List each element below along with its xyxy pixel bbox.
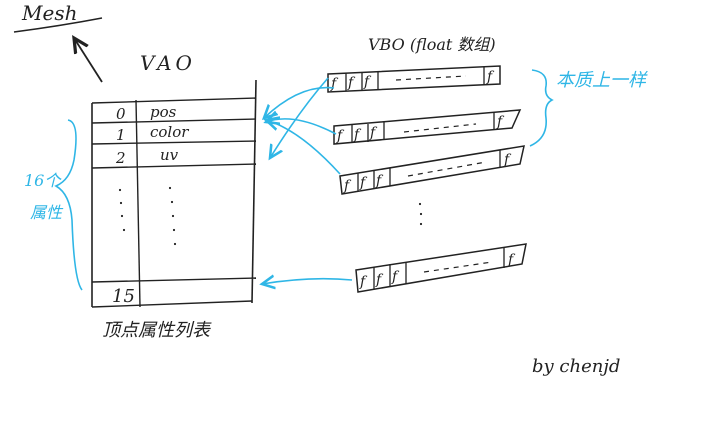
vbo-strip-4 (355, 243, 527, 293)
vbo-cell: f (486, 69, 495, 85)
vbo-strip-3 (339, 145, 525, 195)
vbo-cell: f (353, 127, 362, 143)
mesh-arrow (74, 38, 103, 83)
arrow-to-row2 (270, 77, 329, 158)
vao-row-2-name: uv (160, 146, 179, 164)
vao-row-0-index: 0 (116, 105, 126, 123)
vbo-cell: f (336, 128, 345, 144)
vao-caption: 顶点属性列表 (102, 320, 212, 341)
vao-last-index: 15 (112, 286, 135, 307)
vbo-strip-1 (327, 65, 501, 93)
arrow-vbo2-to-row1 (266, 119, 337, 135)
side-note-word: 属性 (30, 203, 64, 222)
vbo-cell: f (363, 74, 372, 90)
diagram-svg: Mesh VAO 0 pos 1 color 2 uv 15 顶点属性列表 16… (13, 1, 648, 377)
vbo-cell: f (359, 274, 368, 290)
vao-row-1-name: color (150, 123, 189, 141)
side-note-count: 16个 (24, 171, 62, 190)
vbo-cell: f (347, 75, 356, 91)
vao-row-2-index: 2 (115, 149, 126, 167)
vbo-cell: f (391, 269, 400, 285)
diagram-canvas: Mesh VAO 0 pos 1 color 2 uv 15 顶点属性列表 16… (0, 0, 720, 438)
vbo-cell: f (330, 76, 339, 92)
vbo-strip-2 (333, 109, 522, 145)
vao-row-0-name: pos (150, 103, 177, 121)
vbo-brace-note: 本质上一样 (556, 70, 648, 91)
mesh-label: Mesh (21, 1, 77, 25)
arrow-vbo4-to-row15 (262, 279, 353, 284)
vao-title: VAO (140, 51, 196, 75)
vbo-cell: f (343, 178, 352, 194)
signature: by chenjd (532, 356, 620, 377)
vbo-title: VBO (float 数组) (368, 35, 496, 54)
vao-row-1-index: 1 (116, 126, 126, 144)
vbo-ellipsis (418, 202, 423, 226)
vbo-cell: f (375, 272, 384, 288)
vbo-brace (529, 69, 554, 147)
vbo-cell: f (369, 125, 378, 141)
vbo-cell: f (359, 175, 368, 191)
vbo-cell: f (496, 114, 505, 130)
